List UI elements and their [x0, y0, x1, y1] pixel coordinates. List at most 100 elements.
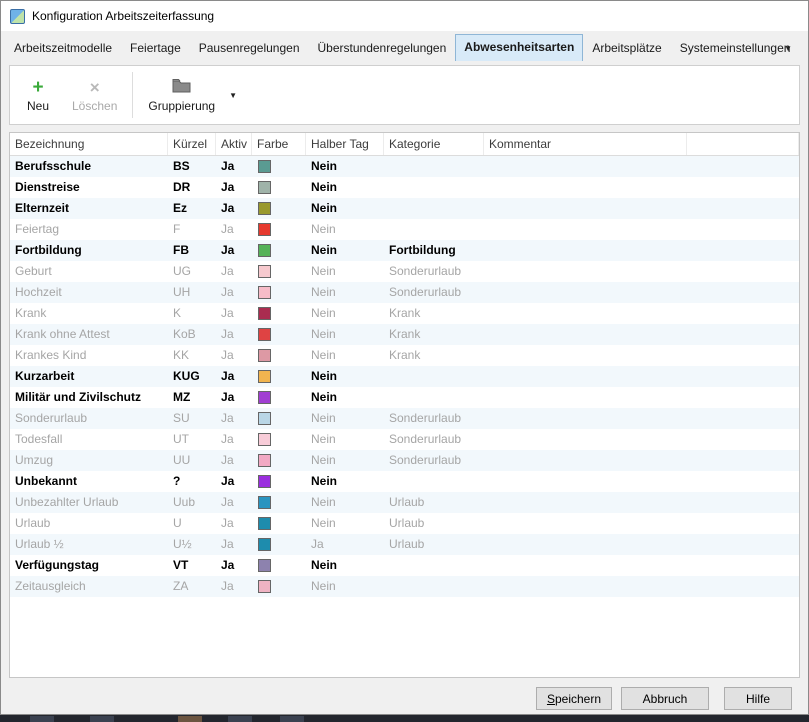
- cell-halber-tag: Nein: [306, 366, 384, 387]
- cell-farbe: [252, 219, 306, 240]
- cell-kategorie: [384, 471, 484, 492]
- tab-pausenregelungen[interactable]: Pausenregelungen: [190, 36, 309, 61]
- hilfe-button[interactable]: Hilfe: [724, 687, 792, 710]
- title-bar[interactable]: Konfiguration Arbeitszeiterfassung: [1, 1, 808, 31]
- tab-overflow-chevron-icon[interactable]: ▼: [784, 44, 792, 53]
- table-row[interactable]: ElternzeitEzJaNein: [10, 198, 799, 219]
- table-row[interactable]: Unbezahlter UrlaubUubJaNeinUrlaub: [10, 492, 799, 513]
- cell-halber-tag: Nein: [306, 387, 384, 408]
- table-row[interactable]: Urlaub ½U½JaJaUrlaub: [10, 534, 799, 555]
- table-row[interactable]: HochzeitUHJaNeinSonderurlaub: [10, 282, 799, 303]
- table-row[interactable]: KrankKJaNeinKrank: [10, 303, 799, 324]
- abbruch-button[interactable]: Abbruch: [621, 687, 709, 710]
- cell-blank: [687, 387, 799, 408]
- cell-kommentar: [484, 492, 687, 513]
- column-header-halber-tag[interactable]: Halber Tag: [306, 133, 384, 155]
- table-row[interactable]: Krankes KindKKJaNeinKrank: [10, 345, 799, 366]
- taskbar-icon-stub: [30, 716, 54, 722]
- column-header-bezeichnung[interactable]: Bezeichnung: [10, 133, 168, 155]
- cell-halber-tag: Nein: [306, 471, 384, 492]
- cell-bezeichnung: Fortbildung: [10, 240, 168, 261]
- cell-kommentar: [484, 576, 687, 597]
- table-row[interactable]: UmzugUUJaNeinSonderurlaub: [10, 450, 799, 471]
- table-row[interactable]: Militär und ZivilschutzMZJaNein: [10, 387, 799, 408]
- column-header-kategorie[interactable]: Kategorie: [384, 133, 484, 155]
- taskbar-icon-stub: [178, 716, 202, 722]
- gruppierung-dropdown-chevron-icon[interactable]: ▼: [229, 91, 237, 100]
- cell-farbe: [252, 282, 306, 303]
- tab-abwesenheitsarten[interactable]: Abwesenheitsarten: [455, 34, 583, 61]
- plus-icon: +: [32, 78, 43, 98]
- cell-halber-tag: Nein: [306, 219, 384, 240]
- cell-kuerzel: DR: [168, 177, 216, 198]
- cell-blank: [687, 471, 799, 492]
- cell-kategorie: [384, 198, 484, 219]
- table-row[interactable]: Unbekannt?JaNein: [10, 471, 799, 492]
- cell-kategorie: Sonderurlaub: [384, 408, 484, 429]
- cell-farbe: [252, 513, 306, 534]
- cell-kommentar: [484, 240, 687, 261]
- cell-bezeichnung: Verfügungstag: [10, 555, 168, 576]
- cell-bezeichnung: Hochzeit: [10, 282, 168, 303]
- cell-kategorie: Krank: [384, 303, 484, 324]
- tab-arbeitspl-tze[interactable]: Arbeitsplätze: [583, 36, 670, 61]
- cell-kategorie: [384, 156, 484, 177]
- cell-kategorie: Urlaub: [384, 513, 484, 534]
- cell-kommentar: [484, 366, 687, 387]
- column-header-aktiv[interactable]: Aktiv: [216, 133, 252, 155]
- color-swatch: [258, 538, 271, 551]
- cell-kuerzel: KK: [168, 345, 216, 366]
- color-swatch: [258, 160, 271, 173]
- cell-kommentar: [484, 282, 687, 303]
- cell-kommentar: [484, 471, 687, 492]
- cell-aktiv: Ja: [216, 261, 252, 282]
- color-swatch: [258, 475, 271, 488]
- column-header-blank[interactable]: [687, 133, 799, 155]
- cell-farbe: [252, 345, 306, 366]
- cell-aktiv: Ja: [216, 555, 252, 576]
- table-row[interactable]: DienstreiseDRJaNein: [10, 177, 799, 198]
- loeschen-button[interactable]: × Löschen: [64, 69, 125, 121]
- cell-kommentar: [484, 513, 687, 534]
- column-header-k-rzel[interactable]: Kürzel: [168, 133, 216, 155]
- color-swatch: [258, 391, 271, 404]
- cell-halber-tag: Nein: [306, 282, 384, 303]
- cell-farbe: [252, 492, 306, 513]
- tab-systemeinstellungen[interactable]: Systemeinstellungen: [671, 36, 800, 61]
- tab-arbeitszeitmodelle[interactable]: Arbeitszeitmodelle: [5, 36, 121, 61]
- cell-kuerzel: K: [168, 303, 216, 324]
- table-row[interactable]: TodesfallUTJaNeinSonderurlaub: [10, 429, 799, 450]
- cell-farbe: [252, 555, 306, 576]
- cell-kategorie: [384, 177, 484, 198]
- color-swatch: [258, 580, 271, 593]
- gruppierung-button-label: Gruppierung: [148, 99, 215, 113]
- tab--berstundenregelungen[interactable]: Überstundenregelungen: [309, 36, 456, 61]
- table-row[interactable]: VerfügungstagVTJaNein: [10, 555, 799, 576]
- cell-bezeichnung: Todesfall: [10, 429, 168, 450]
- absence-types-table: BezeichnungKürzelAktivFarbeHalber TagKat…: [9, 132, 800, 678]
- cell-kategorie: [384, 576, 484, 597]
- cell-kategorie: Sonderurlaub: [384, 429, 484, 450]
- speichern-button[interactable]: Speichern: [536, 687, 612, 710]
- column-header-kommentar[interactable]: Kommentar: [484, 133, 687, 155]
- table-row[interactable]: BerufsschuleBSJaNein: [10, 156, 799, 177]
- cell-blank: [687, 429, 799, 450]
- cell-kategorie: [384, 366, 484, 387]
- table-row[interactable]: ZeitausgleichZAJaNein: [10, 576, 799, 597]
- table-row[interactable]: FortbildungFBJaNeinFortbildung: [10, 240, 799, 261]
- table-row[interactable]: Krank ohne AttestKoBJaNeinKrank: [10, 324, 799, 345]
- neu-button[interactable]: + Neu: [14, 69, 62, 121]
- cell-blank: [687, 450, 799, 471]
- table-row[interactable]: KurzarbeitKUGJaNein: [10, 366, 799, 387]
- table-row[interactable]: GeburtUGJaNeinSonderurlaub: [10, 261, 799, 282]
- tab-feiertage[interactable]: Feiertage: [121, 36, 190, 61]
- table-row[interactable]: UrlaubUJaNeinUrlaub: [10, 513, 799, 534]
- column-header-farbe[interactable]: Farbe: [252, 133, 306, 155]
- cell-aktiv: Ja: [216, 198, 252, 219]
- table-row[interactable]: FeiertagFJaNein: [10, 219, 799, 240]
- cell-kuerzel: ZA: [168, 576, 216, 597]
- cell-aktiv: Ja: [216, 282, 252, 303]
- gruppierung-button[interactable]: Gruppierung: [140, 69, 223, 121]
- table-row[interactable]: SonderurlaubSUJaNeinSonderurlaub: [10, 408, 799, 429]
- cell-blank: [687, 282, 799, 303]
